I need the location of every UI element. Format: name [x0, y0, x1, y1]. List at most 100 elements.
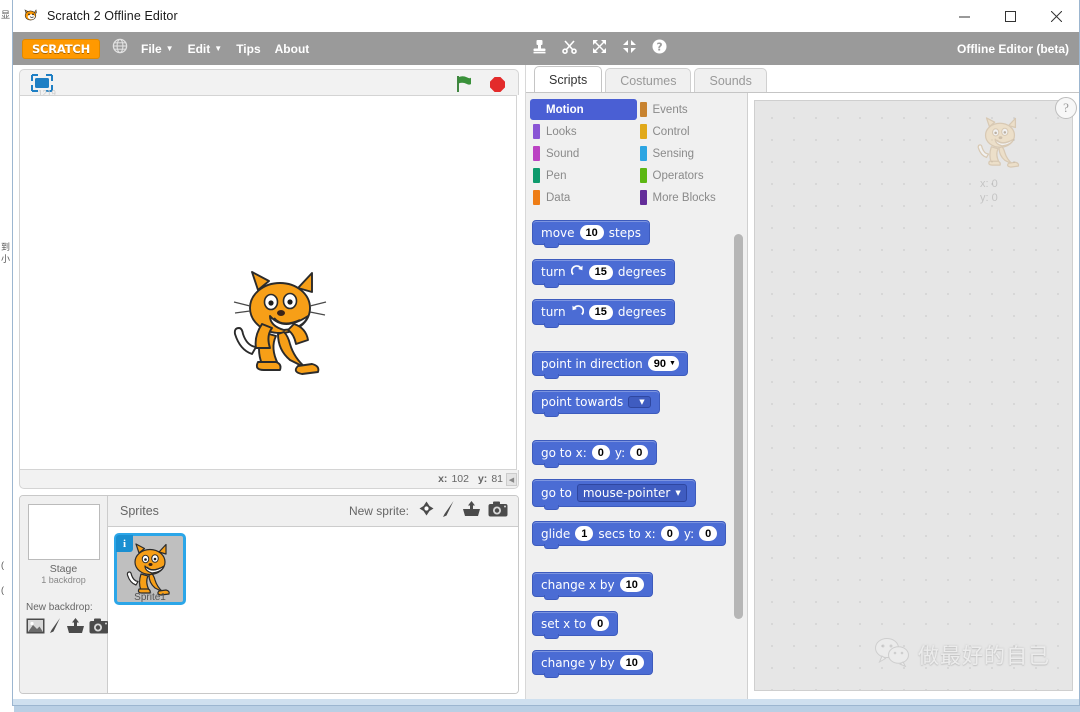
block-input-degrees[interactable]: 15 — [589, 265, 613, 280]
tab-sounds[interactable]: Sounds — [694, 68, 766, 92]
category-operators[interactable]: Operators — [637, 165, 744, 186]
minimize-button[interactable] — [941, 0, 987, 32]
block-turn-counterclockwise[interactable]: turn 15 degrees — [532, 299, 675, 325]
cut-scissors-icon[interactable] — [561, 38, 578, 60]
grow-icon[interactable] — [591, 38, 608, 60]
block-input-x[interactable]: 0 — [591, 616, 609, 631]
menu-file-label: File — [141, 42, 162, 56]
collapse-panel-icon[interactable]: ◀ — [506, 473, 517, 486]
block-move-steps[interactable]: move 10 steps — [532, 220, 650, 245]
stop-sign-icon[interactable] — [489, 76, 506, 93]
category-color-swatch — [640, 146, 647, 161]
category-sensing[interactable]: Sensing — [637, 143, 744, 164]
block-point-towards[interactable]: point towards ▼ — [532, 390, 660, 414]
block-input-steps[interactable]: 10 — [580, 225, 604, 240]
block-text: y: — [684, 527, 694, 541]
palette-blocks-scroll[interactable]: move 10 steps turn — [526, 212, 747, 699]
block-text: point towards — [541, 395, 623, 409]
category-color-swatch — [533, 146, 540, 161]
block-go-to-xy[interactable]: go to x: 0 y: 0 — [532, 440, 657, 465]
stage-selector[interactable]: Stage 1 backdrop New backdrop: — [20, 496, 108, 693]
scratch-logo[interactable]: SCRATCH — [22, 39, 100, 59]
help-button[interactable]: ? — [1055, 97, 1077, 119]
paint-backdrop-icon[interactable] — [49, 617, 62, 639]
block-input-dx[interactable]: 10 — [620, 577, 644, 592]
category-color-swatch — [533, 190, 540, 205]
block-input-direction[interactable]: 90 ▼ — [648, 356, 679, 371]
category-more-blocks[interactable]: More Blocks — [637, 187, 744, 208]
block-change-x-by[interactable]: change x by 10 — [532, 572, 653, 597]
category-color-swatch — [640, 124, 647, 139]
shrink-icon[interactable] — [621, 38, 638, 60]
backdrop-library-icon[interactable] — [26, 618, 45, 639]
stage-column: 1219 — [13, 65, 525, 699]
scratch-menu-bar: SCRATCH File ▼ Edit ▼ Tips About — [13, 32, 1079, 65]
block-text: go to x: — [541, 446, 587, 460]
block-input-x[interactable]: 0 — [661, 526, 679, 541]
sprite-tile-sprite1[interactable]: i — [114, 533, 186, 605]
editor-body: 1219 — [13, 65, 1079, 699]
block-change-y-by[interactable]: change y by 10 — [532, 650, 653, 675]
palette-scrollbar[interactable] — [734, 234, 743, 691]
category-color-swatch — [533, 124, 540, 139]
tab-costumes[interactable]: Costumes — [605, 68, 691, 92]
duplicate-stamp-icon[interactable] — [531, 38, 548, 60]
block-glide-secs-to-xy[interactable]: glide 1 secs to x: 0 y: 0 — [532, 521, 726, 546]
block-dropdown-target[interactable]: ▼ — [628, 396, 650, 408]
category-control[interactable]: Control — [637, 121, 744, 142]
upload-backdrop-icon[interactable] — [66, 617, 85, 639]
category-pen[interactable]: Pen — [530, 165, 637, 186]
sprite-info-badge[interactable]: i — [116, 535, 133, 552]
block-go-to-target[interactable]: go to mouse-pointer ▼ — [532, 479, 696, 507]
chevron-down-icon: ▼ — [166, 44, 174, 53]
menu-file[interactable]: File ▼ — [134, 32, 181, 65]
block-input-secs[interactable]: 1 — [575, 526, 593, 541]
palette-scrollbar-thumb[interactable] — [734, 234, 743, 619]
sprite-pane: Stage 1 backdrop New backdrop: — [19, 495, 519, 694]
category-sound-label: Sound — [546, 148, 579, 160]
category-events[interactable]: Events — [637, 99, 744, 120]
chevron-down-icon: ▼ — [669, 360, 676, 367]
wechat-logo-icon — [874, 637, 910, 672]
paint-sprite-icon[interactable] — [442, 500, 455, 523]
block-input-dy[interactable]: 10 — [620, 655, 644, 670]
block-turn-clockwise[interactable]: turn 15 degrees — [532, 259, 675, 285]
menu-edit[interactable]: Edit ▼ — [181, 32, 230, 65]
maximize-button[interactable] — [987, 0, 1033, 32]
sprite-library-icon[interactable] — [418, 500, 435, 522]
category-looks[interactable]: Looks — [530, 121, 637, 142]
palette-gap — [532, 339, 747, 351]
category-more-blocks-label: More Blocks — [653, 192, 716, 204]
block-help-icon[interactable]: ? — [651, 38, 668, 60]
block-dropdown-target[interactable]: mouse-pointer ▼ — [577, 484, 687, 502]
backdrop-count-label: 1 backdrop — [26, 575, 101, 585]
menu-about[interactable]: About — [268, 32, 317, 65]
block-point-in-direction[interactable]: point in direction 90 ▼ — [532, 351, 688, 376]
block-input-y[interactable]: 0 — [630, 445, 648, 460]
editor-tabs: Scripts Costumes Sounds — [526, 65, 1079, 92]
block-text: degrees — [618, 265, 666, 279]
palette-gap — [532, 428, 747, 440]
block-input-y[interactable]: 0 — [699, 526, 717, 541]
scripts-canvas[interactable]: x: 0 y: 0 — [754, 100, 1073, 691]
stage-canvas[interactable] — [19, 95, 517, 470]
block-text: change y by — [541, 656, 615, 670]
coord-x-value: 102 — [451, 473, 469, 485]
window-title: Scratch 2 Offline Editor — [47, 9, 178, 23]
close-button[interactable] — [1033, 0, 1079, 32]
camera-backdrop-icon[interactable] — [89, 618, 109, 639]
sprite-list-column: Sprites New sprite: — [108, 496, 518, 693]
block-input-x[interactable]: 0 — [592, 445, 610, 460]
upload-sprite-icon[interactable] — [462, 500, 481, 522]
category-motion[interactable]: Motion — [530, 99, 637, 120]
menu-tips[interactable]: Tips — [229, 32, 267, 65]
category-sound[interactable]: Sound — [530, 143, 637, 164]
scratch-cat-sprite[interactable] — [232, 266, 328, 383]
camera-sprite-icon[interactable] — [488, 501, 508, 522]
stage-thumbnail[interactable] — [28, 504, 100, 560]
globe-icon[interactable] — [112, 38, 128, 59]
category-data[interactable]: Data — [530, 187, 637, 208]
block-set-x-to[interactable]: set x to 0 — [532, 611, 618, 636]
block-input-degrees[interactable]: 15 — [589, 305, 613, 320]
tab-scripts[interactable]: Scripts — [534, 66, 602, 92]
